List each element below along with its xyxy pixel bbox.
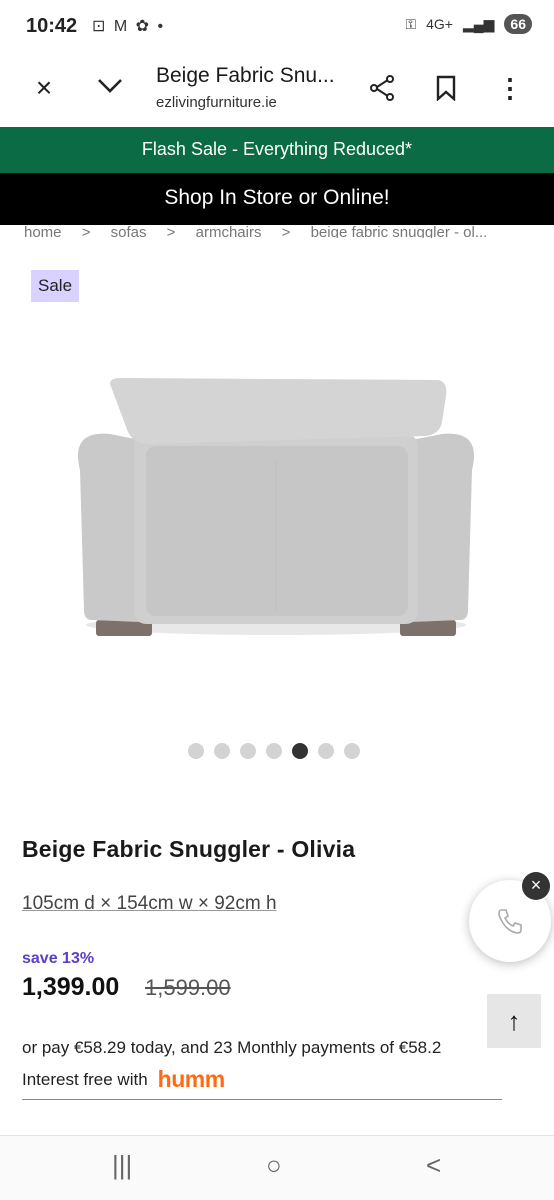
product-dimensions[interactable]: 105cm d × 154cm w × 92cm h bbox=[22, 893, 277, 915]
carousel-dots bbox=[188, 743, 360, 759]
share-icon[interactable] bbox=[362, 68, 402, 108]
battery-icon: 66 bbox=[504, 14, 532, 34]
recent-apps-icon[interactable]: ||| bbox=[112, 1150, 132, 1181]
breadcrumb: home > sofas > armchairs > beige fabric … bbox=[24, 224, 544, 238]
chevron-down-icon[interactable] bbox=[90, 66, 130, 106]
carousel-dot-active[interactable] bbox=[292, 743, 308, 759]
humm-finance-link[interactable]: Interest free with humm bbox=[22, 1066, 502, 1100]
carousel-dot[interactable] bbox=[240, 743, 256, 759]
back-icon[interactable]: < bbox=[426, 1150, 441, 1181]
carousel-dot[interactable] bbox=[318, 743, 334, 759]
shop-banner[interactable]: Shop In Store or Online! bbox=[0, 173, 554, 225]
breadcrumb-separator: > bbox=[281, 224, 291, 238]
sale-badge: Sale bbox=[31, 270, 80, 302]
humm-logo: humm bbox=[157, 1066, 226, 1092]
page-title[interactable]: Beige Fabric Snu... bbox=[156, 64, 335, 88]
notification-icons: ⊡ M ✿ • bbox=[92, 18, 166, 35]
menu-icon[interactable]: ⋮ bbox=[490, 68, 530, 108]
clock: 10:42 bbox=[26, 15, 78, 37]
current-price: 1,399.00 bbox=[22, 973, 120, 1001]
payment-plan-text: or pay €58.29 today, and 23 Monthly paym… bbox=[22, 1038, 442, 1057]
breadcrumb-sofas[interactable]: sofas bbox=[111, 224, 147, 238]
close-icon[interactable]: × bbox=[24, 68, 64, 108]
breadcrumb-current: beige fabric snuggler - ol... bbox=[310, 224, 488, 238]
flash-sale-banner[interactable]: Flash Sale - Everything Reduced* bbox=[0, 127, 554, 173]
carousel-dot[interactable] bbox=[188, 743, 204, 759]
bookmark-icon[interactable] bbox=[426, 68, 466, 108]
breadcrumb-separator: > bbox=[81, 224, 91, 238]
product-name: Beige Fabric Snuggler - Olivia bbox=[22, 836, 356, 862]
network-label: 4G+ bbox=[426, 16, 453, 32]
breadcrumb-separator: > bbox=[166, 224, 176, 238]
phone-icon bbox=[498, 909, 522, 934]
breadcrumb-armchairs[interactable]: armchairs bbox=[196, 224, 262, 238]
key-icon: ⚿ bbox=[405, 15, 417, 32]
carousel-dot[interactable] bbox=[266, 743, 282, 759]
save-percentage: save 13% bbox=[22, 950, 95, 967]
browser-toolbar: × Beige Fabric Snu... ezlivingfurniture.… bbox=[0, 56, 554, 128]
carousel-dot[interactable] bbox=[344, 743, 360, 759]
breadcrumb-home[interactable]: home bbox=[24, 224, 62, 238]
interest-free-label: Interest free with bbox=[22, 1069, 148, 1089]
page-url[interactable]: ezlivingfurniture.ie bbox=[156, 94, 277, 111]
home-icon[interactable]: ○ bbox=[266, 1150, 282, 1181]
signal-icon: ▂▄▆ bbox=[462, 15, 495, 32]
close-call-button[interactable]: × bbox=[522, 872, 550, 900]
system-icons: ⚿ 4G+ ▂▄▆ 66 bbox=[405, 14, 532, 34]
android-nav-bar: ||| ○ < bbox=[0, 1136, 554, 1200]
status-bar: 10:42 ⊡ M ✿ • ⚿ 4G+ ▂▄▆ 66 bbox=[0, 0, 554, 56]
carousel-dot[interactable] bbox=[214, 743, 230, 759]
original-price: 1,599.00 bbox=[145, 975, 231, 1000]
product-image[interactable] bbox=[70, 370, 482, 640]
